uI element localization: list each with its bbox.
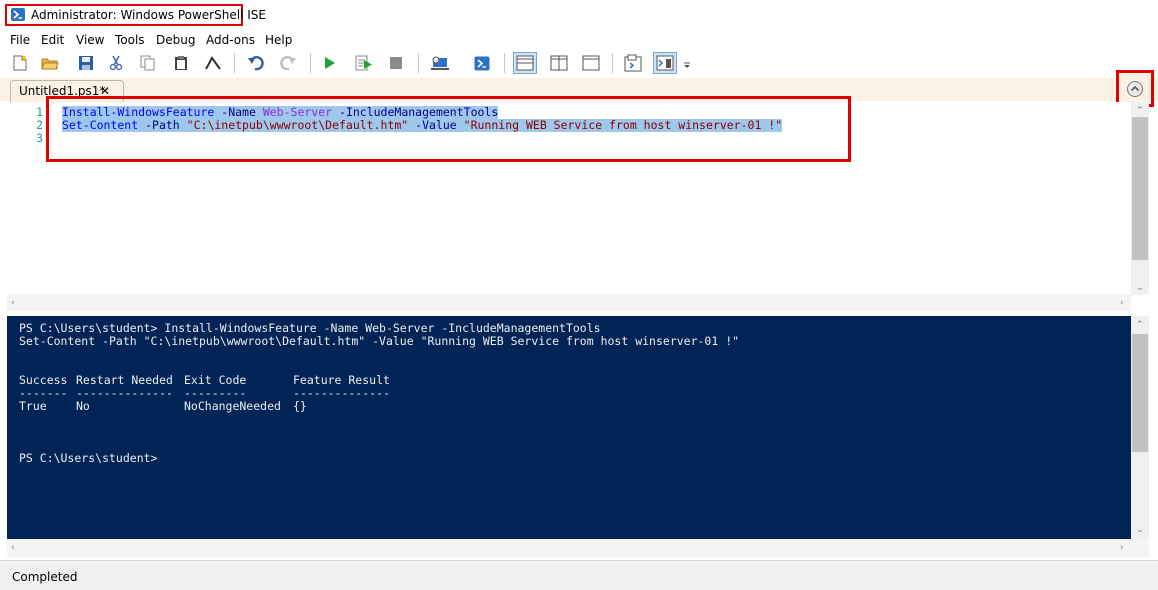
menu-edit[interactable]: Edit (41, 33, 64, 48)
result-underline: -------------- (76, 386, 173, 400)
console-scroll-thumb[interactable] (1132, 334, 1148, 452)
undo-icon[interactable] (246, 53, 266, 73)
chevron-up-icon (1127, 80, 1143, 97)
show-command-addon-icon[interactable] (653, 52, 677, 74)
editor-scroll-thumb[interactable] (1132, 117, 1148, 260)
powershell-console-icon[interactable] (472, 53, 492, 73)
scroll-right-icon[interactable]: › (1120, 543, 1124, 553)
menu-add-ons[interactable]: Add-ons (206, 33, 255, 48)
stop-icon[interactable] (386, 53, 406, 73)
status-bar (0, 560, 1158, 590)
toolbar-separator (234, 53, 235, 73)
menu-bar: File Edit View Tools Debug Add-ons Help (0, 32, 1158, 49)
console-horizontal-scrollbar[interactable] (7, 539, 1149, 557)
console-prompt[interactable]: PS C:\Users\student> (19, 452, 157, 465)
window-title: Administrator: Windows PowerShell ISE (31, 8, 266, 22)
customize-toolbar-icon[interactable] (682, 53, 692, 73)
show-script-pane-right-icon[interactable] (549, 53, 569, 73)
run-selection-icon[interactable] (354, 53, 374, 73)
clear-icon[interactable] (203, 53, 223, 73)
console-pane[interactable] (7, 316, 1131, 539)
toolbar (0, 49, 1158, 77)
show-script-pane-top-icon[interactable] (513, 52, 537, 74)
console-command-line: Set-Content -Path "C:\inetpub\wwwroot\De… (19, 334, 740, 348)
show-script-pane-maximized-icon[interactable] (581, 53, 601, 73)
result-value: NoChangeNeeded (184, 399, 281, 413)
menu-file[interactable]: File (10, 33, 30, 48)
editor-horizontal-scrollbar[interactable] (7, 294, 1131, 311)
scroll-left-icon[interactable]: ‹ (11, 298, 15, 308)
result-value: {} (293, 399, 307, 413)
menu-help[interactable]: Help (265, 33, 292, 48)
scroll-right-icon[interactable]: › (1120, 298, 1124, 308)
copy-icon[interactable] (138, 53, 158, 73)
redo-icon[interactable] (278, 53, 298, 73)
scroll-up-icon[interactable]: ⌃ (1136, 106, 1144, 116)
paste-icon[interactable] (171, 53, 191, 73)
toolbar-separator (612, 53, 613, 73)
scroll-left-icon[interactable]: ‹ (11, 543, 15, 553)
result-value: True (19, 399, 47, 413)
menu-tools[interactable]: Tools (115, 33, 145, 48)
remote-powershell-icon[interactable] (430, 53, 450, 73)
result-value: No (76, 399, 90, 413)
line-number: 3 (36, 131, 43, 145)
toolbar-separator (310, 53, 311, 73)
scroll-up-icon[interactable]: ⌃ (1136, 320, 1144, 330)
toolbar-separator (418, 53, 419, 73)
save-icon[interactable] (76, 53, 96, 73)
open-folder-icon[interactable] (40, 53, 60, 73)
show-command-window-icon[interactable] (623, 53, 643, 73)
menu-view[interactable]: View (76, 33, 104, 48)
powershell-ise-icon (11, 8, 25, 21)
menu-debug[interactable]: Debug (156, 33, 195, 48)
result-underline: -------------- (293, 386, 390, 400)
code-highlight-box (46, 96, 851, 162)
run-script-icon[interactable] (320, 53, 340, 73)
toolbar-separator (504, 53, 505, 73)
status-text: Completed (12, 570, 78, 584)
cut-icon[interactable] (106, 53, 126, 73)
scroll-down-icon[interactable]: ⌄ (1136, 525, 1144, 535)
scroll-down-icon[interactable]: ⌄ (1136, 283, 1144, 293)
new-file-icon[interactable] (10, 53, 30, 73)
